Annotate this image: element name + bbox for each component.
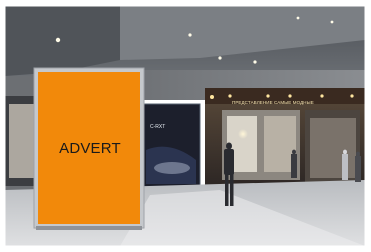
mall-photo [0,0,371,252]
billboard-text: ADVERT [59,140,121,157]
store-sign-text: ПРЕДСТАВЛЕНИЕ САМЫЕ МОДНЫЕ [232,100,314,105]
poster-text: C-RXT [150,124,166,130]
